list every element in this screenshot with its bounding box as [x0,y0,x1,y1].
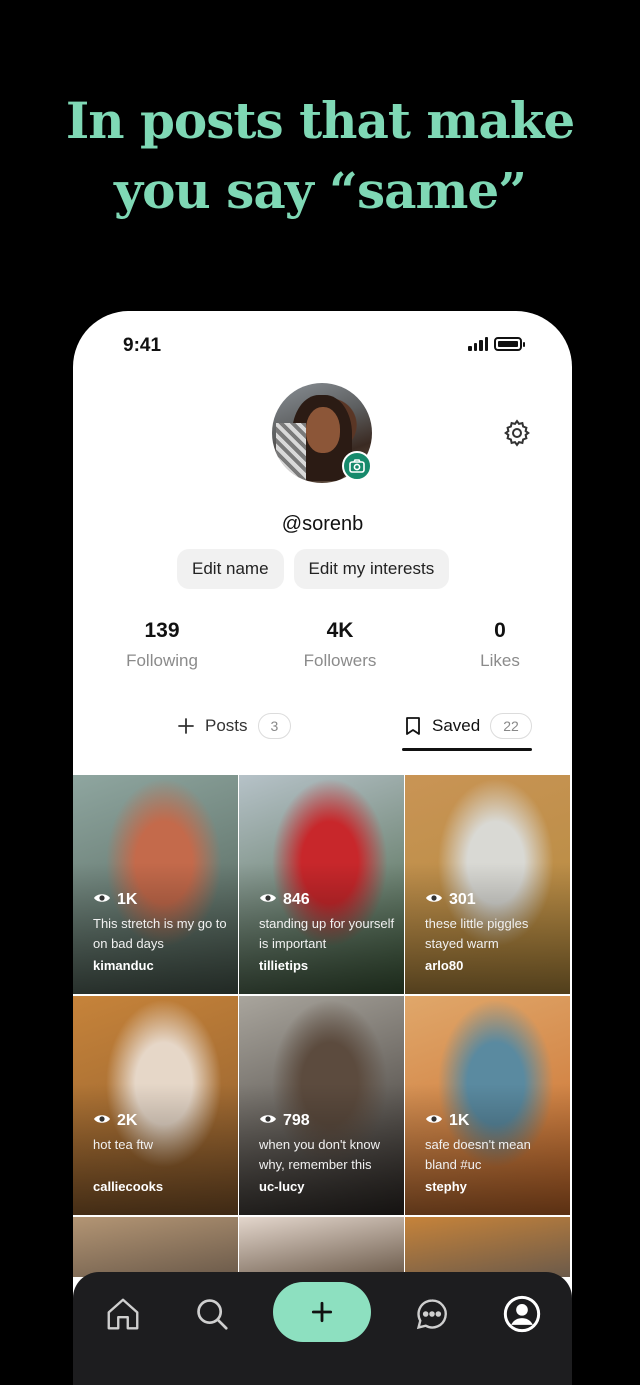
post-card[interactable]: 846 standing up for yourself is important… [239,775,404,994]
status-time: 9:41 [123,335,162,356]
promo-headline: In posts that make you say “same” [0,86,640,226]
post-author: stephy [425,1179,467,1194]
profile-actions: Edit name Edit my interests [177,549,450,589]
battery-icon [494,337,525,351]
tab-posts[interactable]: Posts 3 [177,711,292,741]
post-view-count: 1K [449,1112,470,1129]
stat-label: Followers [303,651,377,670]
edit-name-button[interactable]: Edit name [177,549,284,589]
home-icon[interactable] [101,1292,145,1336]
eye-icon [259,891,277,909]
post-card-partial[interactable] [405,1217,570,1277]
post-caption: standing up for yourself is important [259,916,395,951]
eye-icon [425,891,443,909]
post-caption: these little piggles stayed warm [425,916,529,951]
username: @sorenb [281,513,364,535]
post-views: 1K [93,891,137,909]
post-views: 846 [259,891,310,909]
status-bar: 9:41 [73,311,572,381]
tab-saved-count: 22 [490,713,532,739]
stat-following[interactable]: 139 Following [92,619,232,671]
tab-posts-label: Posts [205,716,248,735]
post-views: 798 [259,1112,310,1130]
tab-saved[interactable]: Saved 22 [404,711,532,741]
post-view-count: 2K [117,1112,138,1129]
post-card-partial[interactable] [239,1217,404,1277]
chat-icon[interactable] [410,1292,454,1336]
active-tab-indicator [402,748,532,751]
post-card-partial[interactable] [73,1217,238,1277]
stat-label: Likes [480,651,520,670]
phone-screen: 9:41 @sorenb Edit name Edit my interests [73,311,572,1385]
post-view-count: 798 [283,1112,310,1129]
eye-icon [425,1112,443,1130]
post-author: calliecooks [93,1179,164,1194]
promo-line-2: you say “same” [114,161,527,220]
post-caption: when you don't know why, remember this [259,1137,381,1172]
stat-value: 0 [494,619,506,642]
stat-value: 139 [144,619,180,642]
tab-saved-label: Saved [432,716,481,735]
post-view-count: 846 [283,891,310,908]
edit-interests-button[interactable]: Edit my interests [293,549,450,589]
avatar[interactable] [272,383,372,483]
bookmark-icon [406,717,420,735]
status-icons [468,337,525,351]
tab-posts-count: 3 [257,713,292,739]
post-author: uc-lucy [259,1179,305,1194]
post-author: arlo80 [425,958,464,973]
post-caption: safe doesn't mean bland #uc [425,1137,531,1172]
signal-icon [468,337,488,351]
eye-icon [93,891,111,909]
plus-icon [178,718,194,734]
search-icon[interactable] [190,1292,234,1336]
post-views: 1K [425,1112,469,1130]
profile-icon[interactable] [500,1292,544,1336]
post-view-count: 1K [117,891,138,908]
post-author: tillietips [259,958,309,973]
eye-icon [93,1112,111,1130]
gear-icon[interactable] [502,418,532,448]
post-views: 2K [93,1112,137,1130]
stat-likes[interactable]: 0 Likes [430,619,570,671]
stat-label: Following [126,651,198,670]
camera-icon[interactable] [342,451,372,481]
post-card[interactable]: 301 these little piggles stayed warm arlo8… [405,775,570,994]
eye-icon [259,1112,277,1130]
post-caption: This stretch is my go to on bad days [93,916,227,951]
bottom-navbar [73,1272,572,1385]
post-card[interactable]: 1K This stretch is my go to on bad days ki… [73,775,238,994]
post-views: 301 [425,891,476,909]
post-caption: hot tea ftw [93,1137,153,1152]
post-card[interactable]: 1K safe doesn't mean bland #uc stephy [405,996,570,1215]
add-post-button[interactable] [273,1282,371,1342]
post-view-count: 301 [449,891,476,908]
stat-followers[interactable]: 4K Followers [270,619,410,671]
post-author: kimanduc [93,958,154,973]
post-card[interactable]: 798 when you don't know why, remember thi… [239,996,404,1215]
add-icon [311,1301,333,1323]
post-card[interactable]: 2K hot tea ftw calliecooks [73,996,238,1215]
promo-line-1: In posts that make [65,91,575,150]
stat-value: 4K [326,619,354,642]
